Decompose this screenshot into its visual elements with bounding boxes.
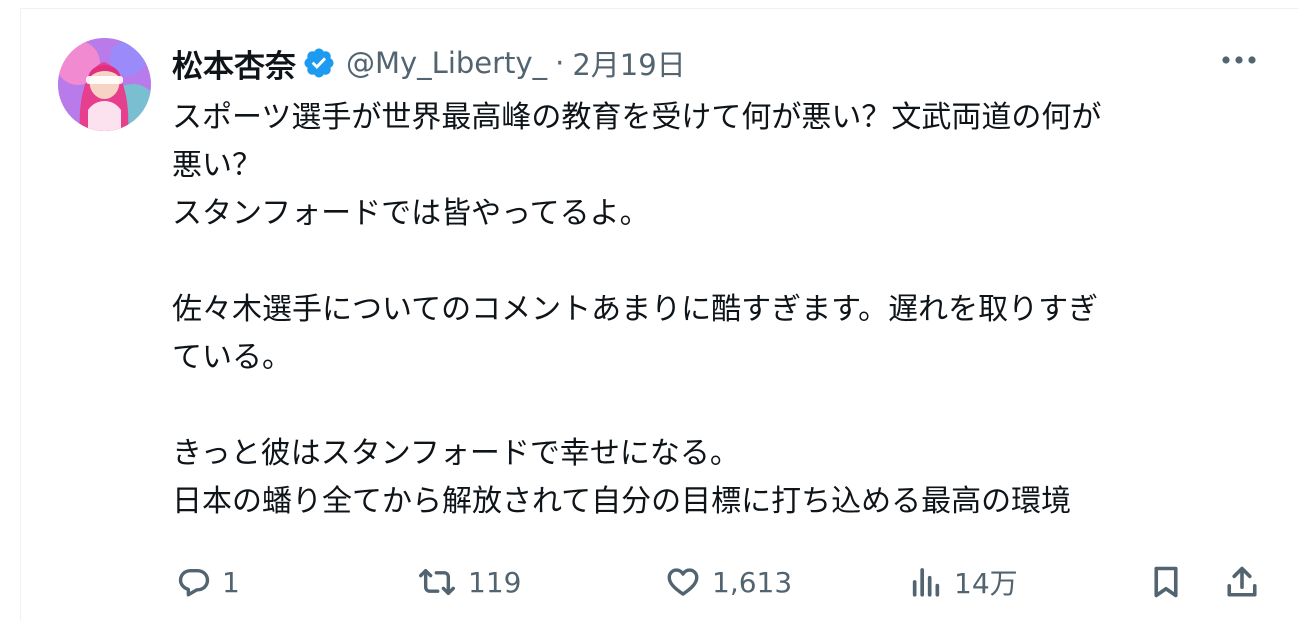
author-display-name[interactable]: 松本杏奈 bbox=[172, 41, 296, 86]
tweet-text-line: 悪い？ bbox=[172, 148, 262, 183]
tweet-text-line: ている。 bbox=[172, 340, 292, 375]
tweet-text-line: きっと彼はスタンフォードで幸せになる。 bbox=[172, 436, 740, 471]
more-options-icon[interactable] bbox=[1217, 46, 1261, 74]
views-button[interactable]: 14万 bbox=[908, 560, 1018, 604]
like-button[interactable]: 1,613 bbox=[664, 560, 792, 604]
reply-icon bbox=[178, 568, 210, 597]
tweet-text-line: 佐々木選手についてのコメントあまりに酷すぎます。遅れを取りすぎ bbox=[172, 292, 1099, 327]
views-count: 14万 bbox=[954, 567, 1018, 600]
tweet-header: 松本杏奈 @My_Liberty_ · 2月19日 bbox=[172, 40, 686, 86]
separator-dot: · bbox=[555, 46, 565, 80]
bookmark-icon bbox=[1154, 566, 1178, 598]
retweet-button[interactable]: 119 bbox=[416, 560, 521, 604]
tweet-text-blank-line bbox=[172, 238, 1272, 286]
tweet-timestamp[interactable]: 2月19日 bbox=[572, 42, 685, 84]
top-divider bbox=[20, 8, 1299, 9]
bookmark-button[interactable] bbox=[1148, 560, 1184, 604]
avatar[interactable] bbox=[58, 38, 151, 131]
views-chart-icon bbox=[912, 568, 940, 597]
verified-badge-icon bbox=[302, 46, 336, 80]
heart-icon bbox=[667, 568, 699, 596]
retweet-count: 119 bbox=[468, 565, 522, 599]
share-icon bbox=[1227, 566, 1257, 597]
tweet-text-line: 日本の蟠り全てから解放されて自分の目標に打ち込める最高の環境 bbox=[172, 484, 1072, 519]
left-divider bbox=[20, 8, 21, 621]
author-handle[interactable]: @My_Liberty_ bbox=[346, 46, 547, 80]
retweet-icon bbox=[419, 568, 455, 596]
reply-button[interactable]: 1 bbox=[176, 560, 240, 604]
tweet-text-line: スタンフォードでは皆やってるよ。 bbox=[172, 196, 650, 231]
share-button[interactable] bbox=[1224, 560, 1260, 604]
tweet-text-line: スポーツ選手が世界最高峰の教育を受けて何が悪い？文武両道の何が bbox=[172, 100, 1102, 135]
reply-count: 1 bbox=[222, 565, 240, 599]
tweet-text-blank-line bbox=[172, 382, 1272, 430]
avatar-image bbox=[58, 38, 151, 131]
tweet-text: スポーツ選手が世界最高峰の教育を受けて何が悪い？文武両道の何が 悪い？ スタンフ… bbox=[172, 94, 1272, 526]
like-count: 1,613 bbox=[712, 565, 793, 599]
action-bar: 1 119 1,613 14万 bbox=[172, 560, 1262, 604]
